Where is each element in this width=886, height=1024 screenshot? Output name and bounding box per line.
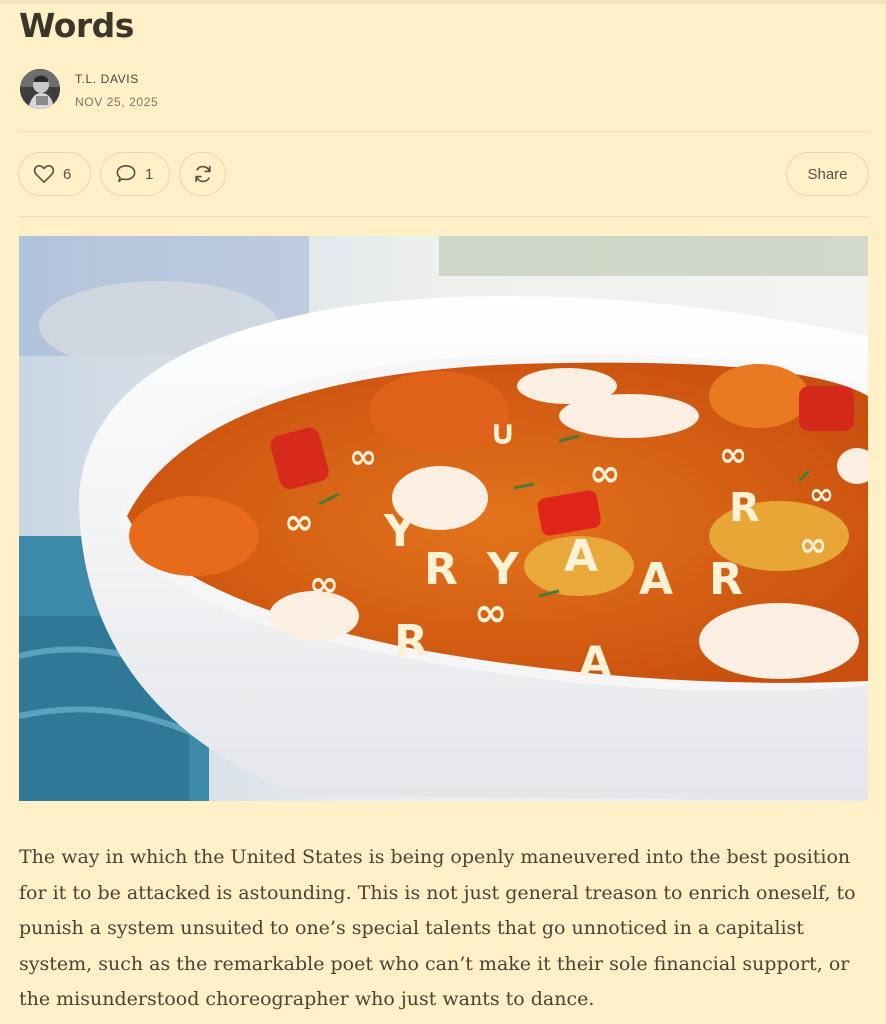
hero-image[interactable]: ∞ ∪ Y R Y A A R R R ∞ A ∞ ∞ ∞ ∞ ∞ ∞	[19, 236, 868, 801]
svg-text:Y: Y	[383, 506, 417, 557]
like-button[interactable]: 6	[18, 152, 91, 196]
article-paragraph: The way in which the United States is be…	[19, 846, 856, 1011]
svg-text:∞: ∞	[474, 590, 507, 636]
post-title: Words	[19, 6, 134, 45]
alphabet-soup-image: ∞ ∪ Y R Y A A R R R ∞ A ∞ ∞ ∞ ∞ ∞ ∞	[19, 236, 868, 801]
restack-button[interactable]	[179, 152, 226, 196]
svg-text:∞: ∞	[309, 564, 339, 605]
speech-bubble-icon	[116, 165, 136, 183]
svg-text:A: A	[639, 554, 673, 605]
svg-text:∞: ∞	[349, 437, 377, 477]
author-avatar[interactable]	[20, 69, 60, 109]
svg-text:R: R	[424, 544, 458, 595]
author-name[interactable]: T.L. DAVIS	[75, 72, 139, 86]
svg-text:∞: ∞	[809, 477, 834, 512]
top-border	[0, 0, 886, 4]
svg-text:R: R	[729, 485, 760, 531]
comment-count: 1	[145, 165, 154, 183]
share-button[interactable]: Share	[786, 152, 869, 196]
svg-text:∪: ∪	[489, 413, 517, 453]
comment-button[interactable]: 1	[100, 152, 170, 196]
refresh-arrows-icon	[194, 165, 211, 183]
heart-icon	[33, 165, 55, 183]
avatar-photo	[20, 69, 60, 109]
header-divider	[19, 131, 868, 132]
svg-text:R: R	[394, 616, 428, 667]
svg-text:A: A	[579, 637, 612, 686]
svg-text:∞: ∞	[284, 502, 314, 543]
like-count: 6	[63, 165, 72, 183]
svg-text:∞: ∞	[799, 525, 827, 565]
svg-text:∞: ∞	[589, 451, 621, 495]
svg-text:R: R	[709, 554, 743, 605]
actions-divider	[19, 216, 868, 217]
post-date: NOV 25, 2025	[75, 95, 159, 109]
svg-text:Y: Y	[486, 544, 520, 595]
svg-text:∞: ∞	[719, 435, 747, 475]
svg-text:A: A	[564, 531, 598, 582]
